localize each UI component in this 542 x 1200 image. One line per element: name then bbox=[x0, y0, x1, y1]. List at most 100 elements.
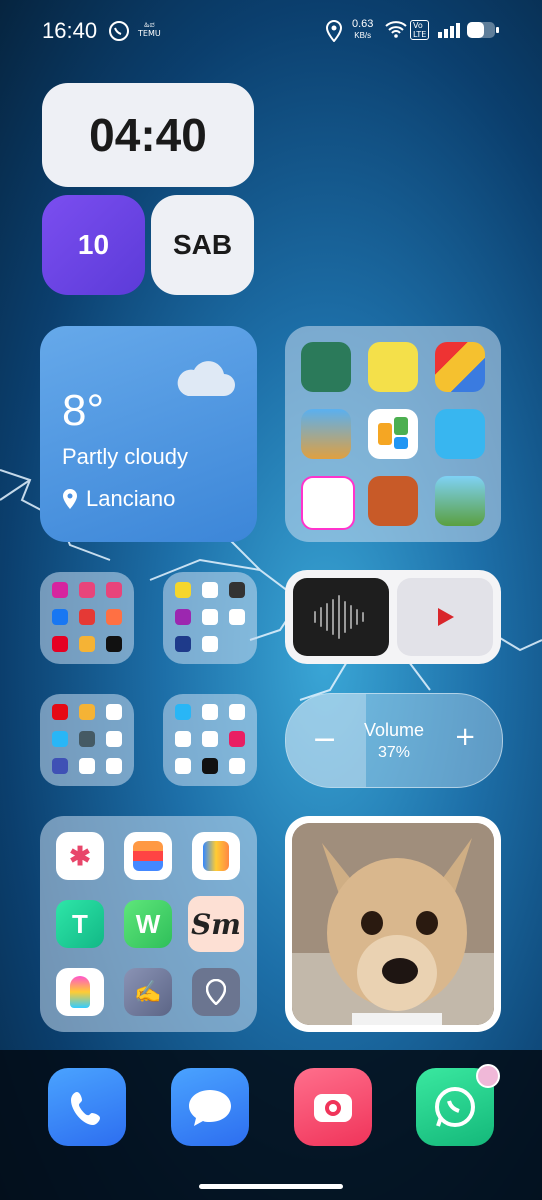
app-icon[interactable] bbox=[79, 704, 95, 720]
dock-whatsapp-icon[interactable] bbox=[416, 1064, 500, 1146]
x-icon[interactable] bbox=[106, 636, 122, 652]
location-icon bbox=[325, 19, 343, 46]
app-icon[interactable] bbox=[106, 609, 122, 625]
weather-condition: Partly cloudy bbox=[62, 444, 188, 469]
app-icon[interactable] bbox=[79, 636, 95, 652]
maps-app-icon[interactable] bbox=[192, 968, 240, 1016]
utilities-folder[interactable] bbox=[163, 694, 257, 786]
app-icon[interactable] bbox=[229, 582, 245, 598]
app-icon[interactable] bbox=[175, 758, 191, 774]
app-icon[interactable] bbox=[175, 582, 191, 598]
game-app-icon[interactable] bbox=[435, 342, 485, 392]
status-time: 16:40 bbox=[42, 18, 98, 43]
play-button[interactable] bbox=[397, 578, 493, 656]
dock-phone-icon[interactable] bbox=[48, 1068, 126, 1146]
battery-icon bbox=[466, 20, 500, 44]
app-icon[interactable] bbox=[202, 758, 218, 774]
app-icon[interactable] bbox=[175, 704, 191, 720]
tiktok-icon[interactable] bbox=[79, 582, 95, 598]
app-icon[interactable] bbox=[229, 758, 245, 774]
game-app-icon[interactable] bbox=[368, 409, 418, 459]
waveform-panel[interactable] bbox=[293, 578, 389, 656]
game-app-icon[interactable] bbox=[301, 476, 355, 530]
game-app-icon[interactable] bbox=[435, 476, 485, 526]
app-icon[interactable] bbox=[229, 704, 245, 720]
status-bar: 16:40 ಹಿಪ TEMU 0.63 KB/s Vo LTE bbox=[0, 0, 542, 62]
app-icon[interactable] bbox=[52, 731, 68, 747]
app-icon[interactable] bbox=[124, 832, 172, 880]
app-icon[interactable]: T bbox=[56, 900, 104, 948]
location-pin-icon bbox=[63, 489, 77, 509]
social-folder[interactable] bbox=[40, 572, 134, 664]
app-icon[interactable] bbox=[52, 758, 68, 774]
messages-icon bbox=[189, 1090, 231, 1126]
app-icon[interactable] bbox=[175, 636, 191, 652]
game-app-icon[interactable] bbox=[368, 476, 418, 526]
app-icon[interactable] bbox=[79, 609, 95, 625]
weather-location: Lanciano bbox=[62, 486, 175, 512]
app-icon[interactable]: W bbox=[124, 900, 172, 948]
app-icon[interactable] bbox=[175, 731, 191, 747]
dock-camera-icon[interactable] bbox=[294, 1068, 372, 1146]
waveform-icon bbox=[314, 595, 364, 639]
netflix-icon[interactable] bbox=[52, 704, 68, 720]
instagram-icon[interactable] bbox=[52, 582, 68, 598]
tools-folder[interactable] bbox=[163, 572, 257, 664]
app-icon[interactable] bbox=[202, 609, 218, 625]
media-folder[interactable] bbox=[40, 694, 134, 786]
signal-icon bbox=[437, 22, 461, 42]
threads-icon[interactable] bbox=[106, 582, 122, 598]
weather-widget[interactable]: 8° Partly cloudy Lanciano bbox=[40, 326, 257, 542]
volte-line2: LTE bbox=[413, 30, 427, 39]
facebook-icon[interactable] bbox=[52, 609, 68, 625]
date-day: 10 bbox=[77, 229, 110, 260]
game-app-icon[interactable] bbox=[301, 342, 351, 392]
app-icon[interactable] bbox=[229, 731, 245, 747]
volume-widget[interactable]: − Volume 37% + bbox=[285, 693, 503, 788]
app-icon[interactable] bbox=[229, 609, 245, 625]
game-app-icon[interactable] bbox=[301, 409, 351, 459]
photo-widget[interactable] bbox=[285, 816, 501, 1032]
youtube-icon[interactable] bbox=[79, 758, 95, 774]
app-icon[interactable] bbox=[202, 582, 218, 598]
pinterest-icon[interactable] bbox=[52, 636, 68, 652]
game-app-icon[interactable] bbox=[435, 409, 485, 459]
signature-app-icon[interactable]: ✍ bbox=[124, 968, 172, 1016]
audio-recorder-widget[interactable] bbox=[285, 570, 501, 664]
clock-time: 04:40 bbox=[89, 109, 207, 161]
app-icon[interactable] bbox=[56, 968, 104, 1016]
chrome-icon[interactable] bbox=[106, 731, 122, 747]
sm-label: Sm bbox=[191, 907, 241, 941]
dock-messages-icon[interactable] bbox=[171, 1068, 249, 1146]
weather-location-name: Lanciano bbox=[86, 486, 176, 511]
volte-icon: Vo LTE bbox=[410, 20, 430, 40]
clock-widget[interactable]: 04:40 bbox=[42, 83, 254, 187]
date-day-widget[interactable]: 10 bbox=[42, 195, 145, 295]
camera-icon bbox=[314, 1094, 352, 1122]
weekday-widget[interactable]: SAB bbox=[151, 195, 254, 295]
disney-icon[interactable] bbox=[106, 704, 122, 720]
cloud-icon bbox=[177, 361, 235, 396]
apps-folder[interactable]: ✱ T W Sm ✍ bbox=[40, 816, 257, 1032]
speed-value: 0.63 bbox=[352, 18, 374, 30]
app-icon[interactable] bbox=[202, 731, 218, 747]
app-icon[interactable] bbox=[79, 731, 95, 747]
phone-icon bbox=[71, 1092, 100, 1125]
games-folder[interactable] bbox=[285, 326, 501, 542]
app-icon[interactable] bbox=[106, 758, 122, 774]
app-icon[interactable] bbox=[175, 609, 191, 625]
play-icon bbox=[438, 608, 454, 626]
sm-app-icon[interactable]: Sm bbox=[188, 896, 244, 952]
tiny-label-2: TEMU bbox=[138, 29, 161, 38]
volume-up-button[interactable]: + bbox=[454, 722, 476, 752]
temu-notification-icon: ಹಿಪ TEMU bbox=[138, 20, 161, 38]
app-icon[interactable] bbox=[192, 832, 240, 880]
app-icon[interactable] bbox=[202, 704, 218, 720]
app-icon[interactable]: ✱ bbox=[56, 832, 104, 880]
app-icon[interactable] bbox=[202, 636, 218, 652]
dog-photo bbox=[292, 823, 494, 1025]
weather-temperature: 8° bbox=[62, 386, 105, 435]
network-speed: 0.63 KB/s bbox=[352, 18, 373, 42]
game-app-icon[interactable] bbox=[368, 342, 418, 392]
home-indicator[interactable] bbox=[199, 1184, 343, 1189]
